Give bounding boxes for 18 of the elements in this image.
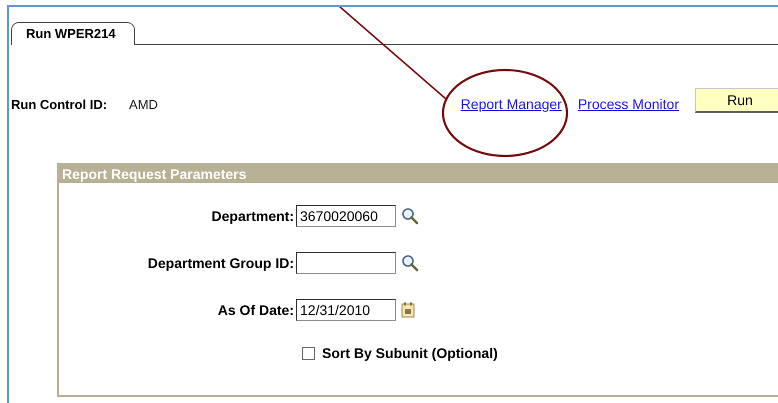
search-icon[interactable] (401, 254, 419, 272)
calendar-icon[interactable] (401, 302, 415, 318)
link[interactable]: Report Manager (460, 96, 562, 112)
input-field[interactable]: 12/31/2010 (296, 299, 396, 321)
field-label: Department Group ID: (146, 255, 294, 271)
run-control-label: Run Control ID: (11, 96, 108, 112)
run-control-value: AMD (129, 96, 158, 112)
checkbox[interactable] (302, 346, 315, 360)
search-icon[interactable] (401, 207, 419, 225)
input-field[interactable]: 3670020060 (296, 205, 396, 227)
run-button[interactable]: Run (695, 88, 778, 112)
input-field[interactable] (296, 252, 396, 274)
panel-title: Report Request Parameters (59, 165, 778, 183)
field-label: As Of Date: (216, 302, 294, 318)
link[interactable]: Process Monitor (578, 96, 679, 112)
checkbox-label: Sort By Subunit (Optional) (322, 345, 498, 361)
field-label: Department: (210, 208, 294, 224)
tab[interactable]: Run WPER214 (11, 22, 135, 45)
